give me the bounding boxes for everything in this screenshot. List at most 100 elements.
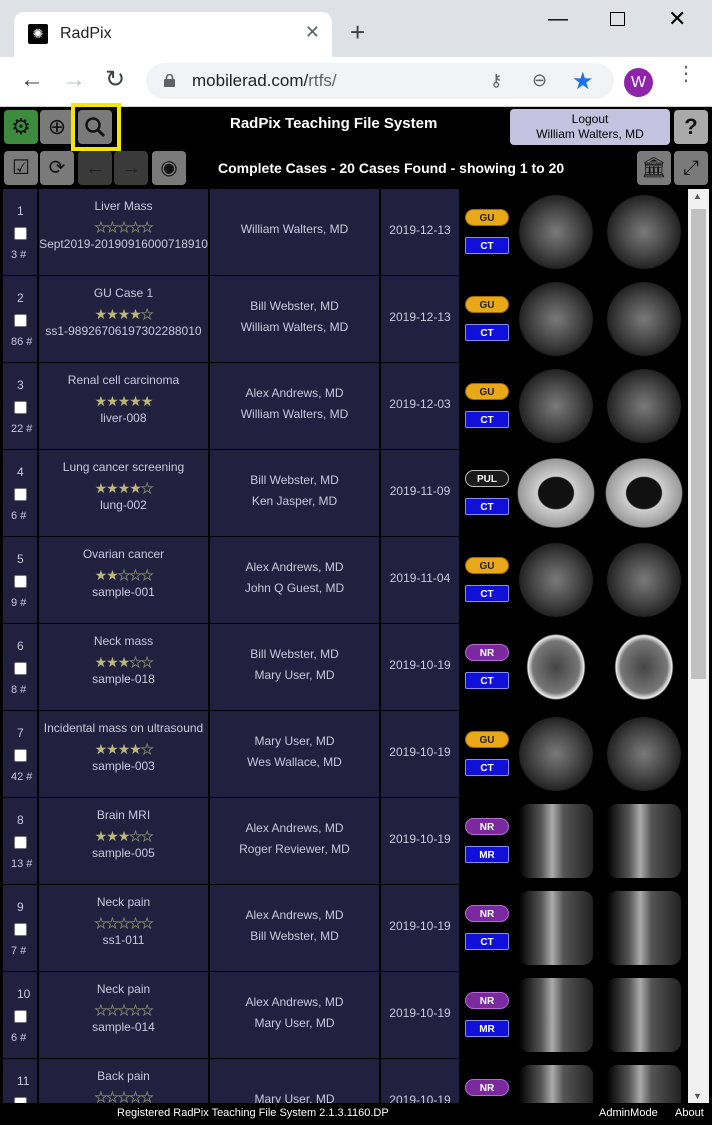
thumbnail-1[interactable] (513, 624, 599, 710)
row-checkbox[interactable] (14, 227, 27, 240)
specialty-badge[interactable]: NR (465, 905, 509, 922)
table-row[interactable]: 46 # Lung cancer screening ★★★★★ lung-002 Bi… (3, 450, 687, 536)
case-title-cell[interactable]: Lung cancer screening ★★★★★ lung-002 (39, 450, 208, 536)
table-row[interactable]: 97 # Neck pain ★★★★★ ss1-011 Alex Andrews, M… (3, 885, 687, 971)
window-close-icon[interactable]: ✕ (668, 6, 686, 32)
prev-page-icon[interactable]: ← (78, 151, 112, 185)
row-checkbox[interactable] (14, 662, 27, 675)
row-checkbox[interactable] (14, 314, 27, 327)
back-arrow-icon[interactable]: ← (20, 68, 44, 92)
refresh-icon[interactable]: ⟳ (40, 151, 74, 185)
table-row[interactable]: 7 42 # Incidental mass on ultrasound ★★★★★ s… (3, 711, 687, 797)
specialty-badge[interactable]: NR (465, 818, 509, 835)
thumbnail-2[interactable] (601, 276, 687, 362)
case-title-cell[interactable]: Incidental mass on ultrasound ★★★★★ sample… (39, 711, 208, 797)
zoom-out-icon[interactable]: ⊖ (532, 70, 547, 91)
specialty-badge[interactable]: GU (465, 557, 509, 574)
about-link[interactable]: About (675, 1107, 704, 1119)
thumbnail-2[interactable] (601, 537, 687, 623)
case-title-cell[interactable]: Back pain ★★★★★ (39, 1059, 208, 1103)
kebab-icon[interactable]: ⋮ (676, 64, 696, 84)
thumbnail-2[interactable] (601, 450, 687, 536)
key-icon[interactable]: ⚷ (490, 71, 502, 91)
thumbnail-2[interactable] (601, 885, 687, 971)
help-button[interactable]: ? (674, 110, 708, 144)
table-row[interactable]: 59 # Ovarian cancer ★★★★★ sample-001 Alex An… (3, 537, 687, 623)
thumbnail-2[interactable] (601, 363, 687, 449)
specialty-badge[interactable]: GU (465, 209, 509, 226)
case-title-cell[interactable]: Renal cell carcinoma ★★★★★ liver-008 (39, 363, 208, 449)
thumbnail-2[interactable] (601, 189, 687, 275)
case-title-cell[interactable]: Neck pain ★★★★★ sample-014 (39, 972, 208, 1058)
fullscreen-icon[interactable]: ⤢ (674, 151, 708, 185)
case-title-cell[interactable]: Neck mass ★★★★★ sample-018 (39, 624, 208, 710)
library-icon[interactable]: 🏛 (637, 151, 671, 185)
thumbnail-1[interactable] (513, 1059, 599, 1103)
scroll-up-arrow-icon[interactable]: ▲ (693, 191, 702, 201)
case-title-cell[interactable]: GU Case 1 ★★★★★ ss1-98926706197302288010 (39, 276, 208, 362)
thumbnail-1[interactable] (513, 972, 599, 1058)
thumbnail-1[interactable] (513, 885, 599, 971)
minimize-icon[interactable]: — (548, 8, 568, 31)
thumbnail-1[interactable] (513, 798, 599, 884)
specialty-badge[interactable]: PUL (465, 470, 509, 487)
table-row[interactable]: 8 13 # Brain MRI ★★★★★ sample-005 Alex Andrew… (3, 798, 687, 884)
thumbnail-2[interactable] (601, 624, 687, 710)
modality-badge[interactable]: CT (465, 237, 509, 254)
row-checkbox[interactable] (14, 575, 27, 588)
specialty-badge[interactable]: GU (465, 731, 509, 748)
scroll-down-arrow-icon[interactable]: ▼ (693, 1091, 702, 1101)
modality-badge[interactable]: CT (465, 672, 509, 689)
modality-badge[interactable]: CT (465, 759, 509, 776)
scroll-thumb[interactable] (691, 209, 706, 679)
specialty-badge[interactable]: GU (465, 383, 509, 400)
thumbnail-1[interactable] (513, 537, 599, 623)
table-row[interactable]: 11 Back pain ★★★★★ Mary User, MD 2019-10-19 N… (3, 1059, 687, 1103)
next-page-icon[interactable]: → (114, 151, 148, 185)
modality-badge[interactable]: MR (465, 846, 509, 863)
table-row[interactable]: 3 22 # Renal cell carcinoma ★★★★★ liver-008 A… (3, 363, 687, 449)
table-row[interactable]: 68 # Neck mass ★★★★★ sample-018 Bill Webster… (3, 624, 687, 710)
case-title-cell[interactable]: Ovarian cancer ★★★★★ sample-001 (39, 537, 208, 623)
modality-badge[interactable]: CT (465, 411, 509, 428)
admin-mode-link[interactable]: AdminMode (599, 1107, 658, 1119)
view-eye-icon[interactable]: ◉ (152, 151, 186, 185)
table-row[interactable]: 2 86 # GU Case 1 ★★★★★ ss1-98926706197302288… (3, 276, 687, 362)
specialty-badge[interactable]: NR (465, 992, 509, 1009)
star-icon[interactable]: ★ (572, 67, 594, 96)
case-title-cell[interactable]: Liver Mass ★★★★★ Sept2019-2019091600071891… (39, 189, 208, 275)
maximize-icon[interactable] (610, 12, 625, 26)
new-tab-button[interactable]: + (350, 19, 365, 45)
row-checkbox[interactable] (14, 749, 27, 762)
add-case-button[interactable]: ⊕ (40, 110, 74, 144)
row-checkbox[interactable] (14, 836, 27, 849)
thumbnail-2[interactable] (601, 1059, 687, 1103)
modality-badge[interactable]: CT (465, 933, 509, 950)
modality-badge[interactable]: CT (465, 498, 509, 515)
thumbnail-2[interactable] (601, 972, 687, 1058)
reload-icon[interactable]: ↻ (105, 68, 125, 92)
case-title-cell[interactable]: Neck pain ★★★★★ ss1-011 (39, 885, 208, 971)
row-checkbox[interactable] (14, 923, 27, 936)
table-row[interactable]: 13 # Liver Mass ★★★★★ Sept2019-201909160007… (3, 189, 687, 275)
modality-badge[interactable]: CT (465, 585, 509, 602)
thumbnail-1[interactable] (513, 363, 599, 449)
row-checkbox[interactable] (14, 488, 27, 501)
select-all-checkbox-icon[interactable]: ☑ (4, 151, 38, 185)
thumbnail-1[interactable] (513, 276, 599, 362)
thumbnail-2[interactable] (601, 711, 687, 797)
row-checkbox[interactable] (14, 401, 27, 414)
thumbnail-1[interactable] (513, 189, 599, 275)
settings-gear-button[interactable]: ⚙ (4, 110, 38, 144)
profile-avatar[interactable]: W (624, 68, 653, 97)
specialty-badge[interactable]: GU (465, 296, 509, 313)
logout-button[interactable]: Logout William Walters, MD (510, 109, 670, 145)
thumbnail-1[interactable] (513, 711, 599, 797)
url-field[interactable]: mobilerad.com/rtfs/ ⚷ ⊖ ★ (146, 63, 614, 99)
modality-badge[interactable]: MR (465, 1020, 509, 1037)
thumbnail-2[interactable] (601, 798, 687, 884)
case-title-cell[interactable]: Brain MRI ★★★★★ sample-005 (39, 798, 208, 884)
thumbnail-1[interactable] (513, 450, 599, 536)
table-row[interactable]: 10 6 # Neck pain ★★★★★ sample-014 Alex Andrew… (3, 972, 687, 1058)
specialty-badge[interactable]: NR (465, 644, 509, 661)
